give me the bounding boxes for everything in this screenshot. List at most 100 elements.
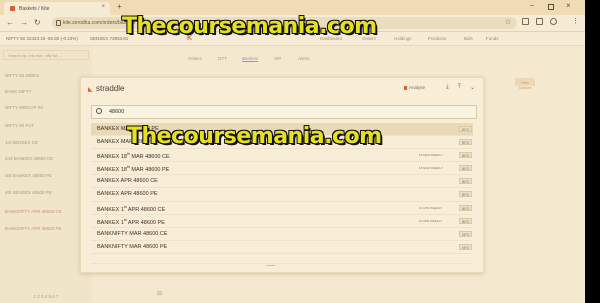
- exchange-badge: BFO: [459, 152, 473, 159]
- tab-title: Baskets / Kite: [19, 6, 50, 12]
- browser-tab-strip: Baskets / Kite × + – ×: [0, 0, 585, 15]
- instrument-name: BANKNIFTY MAR 48600 PE: [97, 244, 167, 250]
- result-row[interactable]: BANKNIFTY MAR 48600 CE NFO: [91, 228, 473, 241]
- basket-title: straddle: [96, 84, 125, 93]
- kite-logo-icon: ◣: [88, 87, 93, 93]
- reload-icon[interactable]: ↻: [34, 18, 41, 27]
- index-nifty: NIFTY 50 22423.15 -50.80 (-0.23%): [6, 36, 78, 41]
- upload-icon[interactable]: ⤒: [458, 84, 461, 91]
- marketwatch-search-input[interactable]: Search eg: infy bse, nifty fut, ...: [3, 50, 89, 60]
- nav-bids[interactable]: Bids: [464, 36, 473, 41]
- instrument-name: BANKEX 1st APR 48600 PE: [97, 218, 165, 226]
- exchange-badge: NFO: [459, 230, 473, 237]
- menu-dots-icon[interactable]: ⋮: [572, 17, 579, 25]
- search-icon: [96, 108, 102, 114]
- watchlist-item[interactable]: BANK NIFTY: [5, 89, 32, 94]
- weekly-tag: 18 MAR WEEKLY: [419, 153, 443, 158]
- instrument-search-input[interactable]: 48600: [91, 105, 477, 119]
- result-row[interactable]: BANKEX 18th MAR 48600 PE 18 MAR WEEKLY BFO: [91, 162, 473, 176]
- basket-modal: ◣ straddle Analyse ⤓ ⤒ ⌄ 48600 BANKEX MA…: [80, 77, 484, 273]
- forward-icon[interactable]: →: [20, 18, 28, 27]
- instrument-name-suffix: MAR 48600 CE: [129, 154, 170, 161]
- exchange-badge: BFO: [459, 217, 473, 224]
- marketwatch-sidebar: Search eg: infy bse, nifty fut, ... NIFT…: [0, 46, 92, 303]
- extension-icon[interactable]: [522, 18, 529, 25]
- kite-favicon-icon: [10, 6, 15, 11]
- tab-orders[interactable]: Orders: [188, 56, 202, 61]
- weekly-tag: 01 APR WEEKLY: [419, 205, 443, 210]
- nav-holdings[interactable]: Holdings: [394, 36, 412, 41]
- watchlist-item[interactable]: 2nd BANKEX 48600 CE: [5, 156, 53, 161]
- search-value: 48600: [109, 109, 125, 115]
- exchange-badge: NFO: [459, 243, 473, 250]
- new-basket-button[interactable]: New basket: [515, 78, 535, 90]
- instrument-name: BANKEX APR 48600 PE: [97, 191, 158, 197]
- watchlist-item[interactable]: NIFTY MIDCAP 50: [5, 105, 43, 110]
- instrument-name: BANKEX 1st APR 48600 CE: [97, 205, 165, 213]
- nav-positions[interactable]: Positions: [428, 36, 446, 41]
- tab-sip[interactable]: SIP: [274, 56, 281, 61]
- exchange-badge: BFO: [459, 126, 473, 132]
- close-icon[interactable]: ×: [101, 4, 105, 10]
- profile-icon[interactable]: [550, 18, 557, 25]
- exchange-badge: BFO: [459, 178, 473, 185]
- result-row[interactable]: BANKEX 18th MAR 48600 CE 18 MAR WEEKLY BFO: [91, 149, 473, 163]
- weekly-tag: 01 APR WEEKLY: [419, 218, 443, 223]
- watermark-text: Thecoursemania.com: [122, 14, 377, 39]
- lock-icon: [56, 20, 61, 26]
- tab-gtt[interactable]: GTT: [218, 56, 227, 61]
- minimize-icon[interactable]: –: [530, 2, 534, 9]
- exchange-badge: BFO: [459, 165, 473, 172]
- instrument-name: BANKEX 18th MAR 48600 PE: [97, 165, 169, 173]
- browser-tab[interactable]: Baskets / Kite ×: [4, 2, 110, 15]
- watchlist-item[interactable]: 1st SENSEX CE: [5, 140, 38, 145]
- exchange-badge: BFO: [459, 204, 473, 211]
- instrument-name-suffix: MAR 48600 PE: [129, 167, 170, 174]
- watchlist-item[interactable]: NIFTY 50 INDEX: [5, 73, 39, 78]
- watchlist-item[interactable]: 4th SENSEX 48600 PE: [5, 190, 52, 195]
- instrument-name: BANKEX 18th MAR 48600 CE: [97, 152, 170, 160]
- instrument-name: BANKNIFTY MAR 48600 CE: [97, 231, 168, 237]
- instrument-name-text: BANKEX APR 48600 PE: [97, 191, 158, 198]
- modal-footer: ▔▔▔: [91, 263, 473, 270]
- result-row[interactable]: BANKEX APR 48600 CE BFO: [91, 175, 473, 189]
- resize-handle-icon[interactable]: ▔▔▔: [266, 265, 275, 270]
- screen: Baskets / Kite × + – × ← → ↻ kite.zerodh…: [0, 0, 585, 303]
- new-tab-button[interactable]: +: [117, 3, 122, 11]
- watchlist-item[interactable]: 3rd BANKEX 48600 PE: [5, 173, 52, 178]
- result-row[interactable]: BANKEX APR 48600 PE BFO: [91, 188, 473, 202]
- sidepanel-icon[interactable]: [536, 18, 543, 25]
- instrument-name-text: BANKEX APR 48600 CE: [97, 178, 158, 185]
- instrument-name-text: BANKNIFTY MAR 48600 CE: [97, 230, 168, 237]
- nav-funds[interactable]: Funds: [486, 36, 499, 41]
- watchlist-item[interactable]: BANKNIFTY APR 48600 CE: [5, 209, 62, 214]
- back-icon[interactable]: ←: [6, 18, 14, 27]
- window-close-icon[interactable]: ×: [566, 1, 571, 10]
- scroll-handle-icon[interactable]: ⊟: [157, 290, 162, 297]
- bookmark-star-icon[interactable]: ☆: [505, 18, 511, 26]
- result-row[interactable]: BANKEX 1st APR 48600 PE 01 APR WEEKLY BFO: [91, 215, 473, 228]
- watchlist-item[interactable]: NIFTY 50 FUT: [5, 123, 34, 128]
- watermark-text: Thecoursemania.com: [127, 124, 382, 149]
- instrument-name-suffix: APR 48600 PE: [126, 219, 165, 226]
- instrument-name-text: BANKEX 1: [97, 206, 124, 213]
- instrument-name-suffix: APR 48600 CE: [126, 206, 166, 213]
- watchlist-tabs[interactable]: 1 2 3 4 5 6 7: [0, 294, 92, 299]
- exchange-badge: BFO: [459, 191, 473, 198]
- instrument-name-text: BANKNIFTY MAR 48600 PE: [97, 243, 168, 250]
- instrument-name-text: BANKEX 18: [97, 167, 127, 174]
- maximize-icon[interactable]: [548, 4, 554, 10]
- tab-baskets[interactable]: Baskets: [242, 56, 259, 62]
- analyse-button[interactable]: Analyse: [409, 85, 425, 90]
- tab-alerts[interactable]: Alerts: [298, 56, 310, 61]
- analyse-icon: [404, 86, 407, 90]
- watchlist-item[interactable]: BANKNIFTY APR 48600 PE: [5, 226, 61, 231]
- result-row[interactable]: BANKNIFTY MAR 48600 PE NFO: [91, 241, 473, 254]
- instrument-name: BANKEX APR 48600 CE: [97, 178, 158, 184]
- chevron-down-icon[interactable]: ⌄: [470, 84, 475, 91]
- download-icon[interactable]: ⤓: [446, 84, 449, 91]
- result-row[interactable]: BANKEX 1st APR 48600 CE 01 APR WEEKLY BFO: [91, 202, 473, 215]
- black-border: [585, 0, 600, 303]
- instrument-name-text: BANKEX 1: [97, 219, 124, 226]
- weekly-tag: 18 MAR WEEKLY: [419, 166, 443, 171]
